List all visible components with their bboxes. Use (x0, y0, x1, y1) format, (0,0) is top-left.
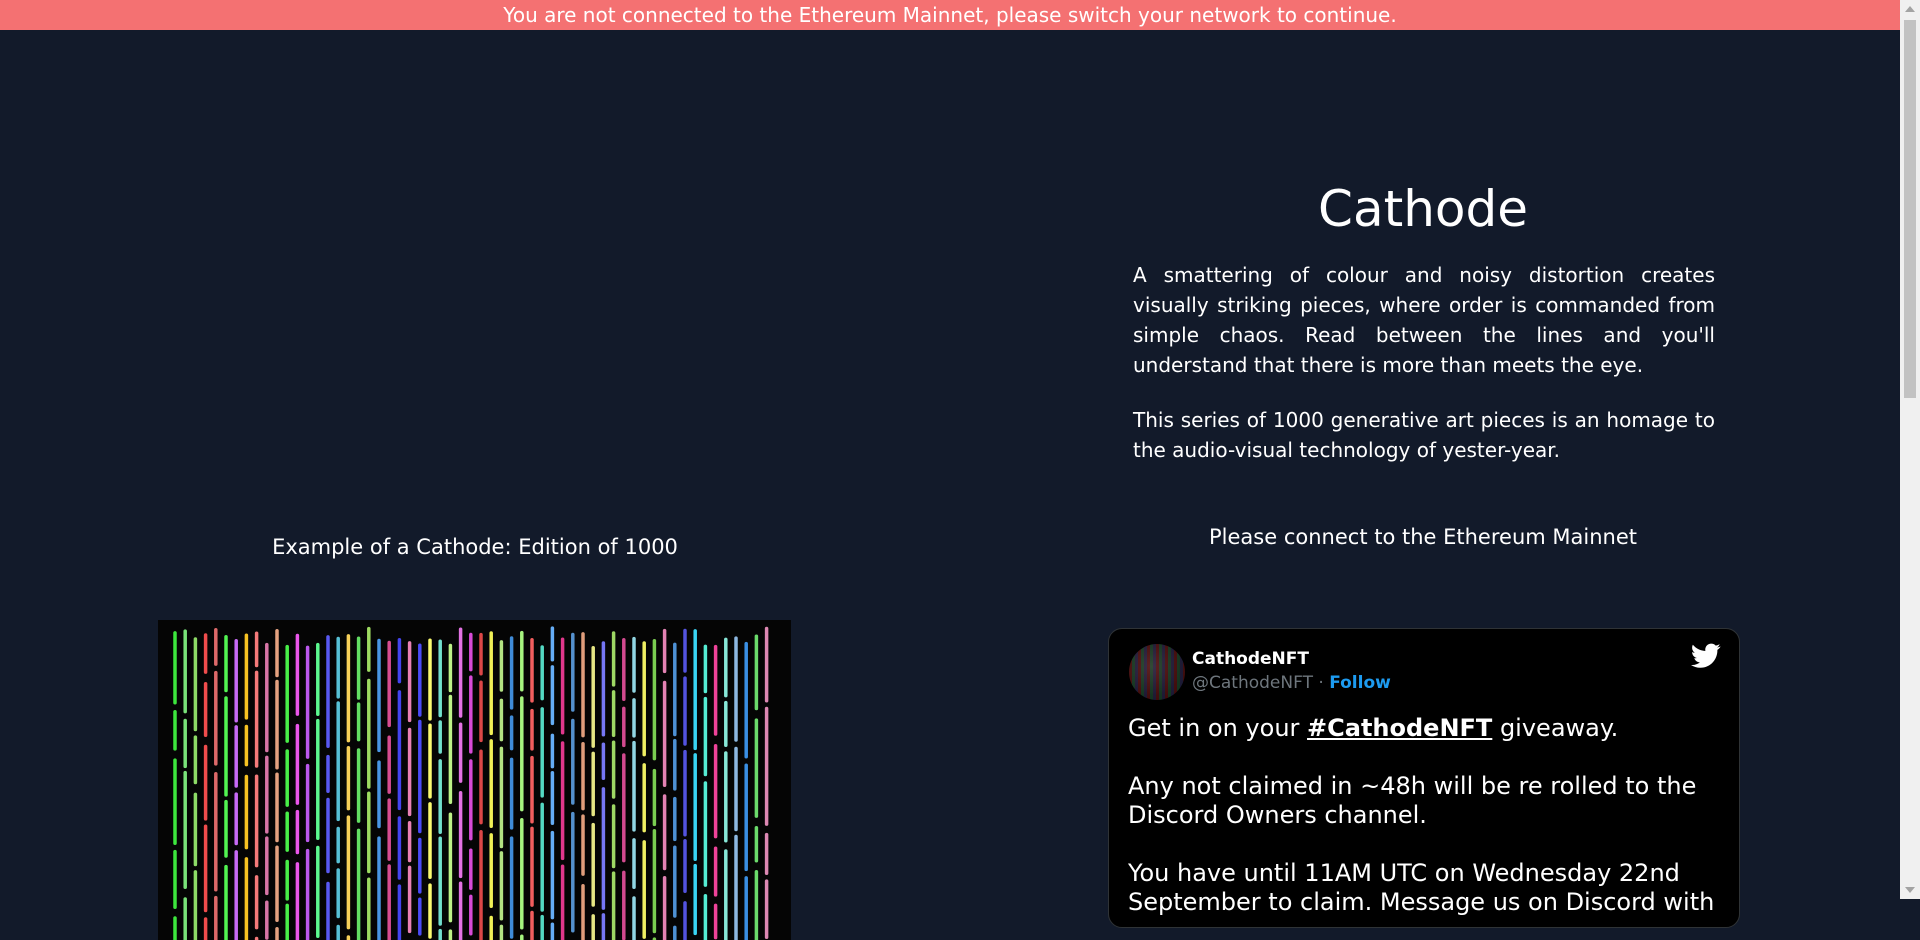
left-column: Example of a Cathode: Edition of 1000 (0, 30, 950, 940)
network-warning-banner: You are not connected to the Ethereum Ma… (0, 0, 1900, 30)
page-scrollbar[interactable] (1900, 0, 1920, 899)
tweet-text-before: Get in on your (1128, 714, 1308, 742)
scrollbar-thumb[interactable] (1904, 20, 1916, 398)
tweet-hashtag-link[interactable]: #CathodeNFT (1307, 714, 1492, 742)
project-description-2: This series of 1000 generative art piece… (1133, 408, 1715, 462)
connect-network-notice: Please connect to the Ethereum Mainnet (1209, 525, 1637, 549)
embedded-tweet[interactable]: CathodeNFT @CathodeNFT · Follow Get in o… (1108, 628, 1740, 928)
scroll-up-arrow-icon[interactable] (1905, 6, 1915, 12)
cathode-example-artwork (158, 620, 791, 940)
tweet-author-handle[interactable]: @CathodeNFT (1192, 673, 1313, 693)
avatar[interactable] (1129, 644, 1185, 700)
example-caption: Example of a Cathode: Edition of 1000 (272, 535, 678, 559)
follow-link[interactable]: Follow (1329, 673, 1391, 693)
tweet-body: Get in on your #CathodeNFT giveaway. Any… (1128, 714, 1718, 917)
tweet-text-after: giveaway. Any not claimed in ~48h will b… (1128, 714, 1715, 916)
tweet-handle-row: @CathodeNFT · Follow (1192, 673, 1391, 693)
project-description-1: A smattering of colour and noisy distort… (1133, 263, 1715, 377)
scroll-down-arrow-icon[interactable] (1905, 887, 1915, 893)
page-title: Cathode (1318, 180, 1528, 238)
tweet-separator: · (1318, 673, 1324, 693)
twitter-bird-icon[interactable] (1691, 643, 1721, 669)
network-warning-text: You are not connected to the Ethereum Ma… (503, 3, 1397, 27)
tweet-author-name[interactable]: CathodeNFT (1192, 649, 1309, 669)
